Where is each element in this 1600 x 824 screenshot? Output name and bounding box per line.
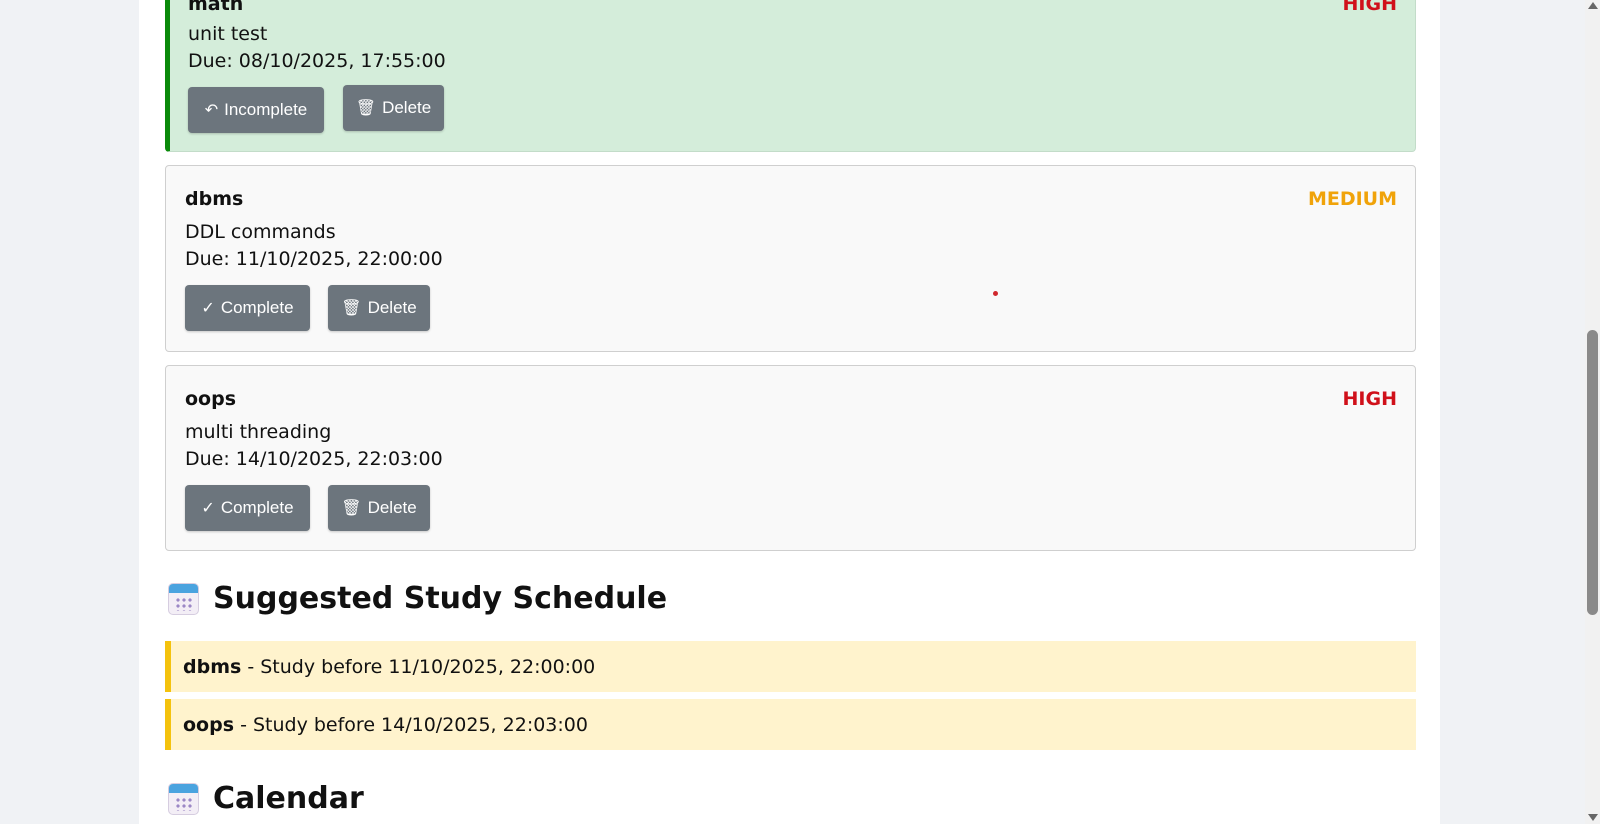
trash-icon: 🗑 — [341, 300, 362, 317]
button-label: Complete — [220, 298, 294, 317]
button-label: Complete — [220, 498, 294, 517]
task-description: multi threading — [185, 421, 332, 443]
cursor-dot — [993, 291, 998, 296]
complete-button[interactable]: ✓ Complete — [185, 485, 310, 531]
schedule-subject: oops — [183, 713, 235, 736]
task-title: math — [188, 0, 244, 15]
task-card: oops HIGH multi threading Due: 14/10/202… — [165, 365, 1416, 551]
scroll-up-icon[interactable] — [1588, 2, 1598, 9]
check-icon: ✓ — [201, 300, 215, 317]
calendar-icon — [168, 582, 199, 615]
schedule-heading-text: Suggested Study Schedule — [213, 581, 668, 616]
calendar-icon — [168, 782, 199, 815]
button-label: Incomplete — [224, 100, 308, 119]
schedule-heading: Suggested Study Schedule — [168, 581, 667, 616]
priority-badge: MEDIUM — [1307, 188, 1397, 210]
button-label: Delete — [367, 498, 417, 517]
task-due-date: Due: 11/10/2025, 22:00:00 — [185, 248, 443, 270]
schedule-item: dbms - Study before 11/10/2025, 22:00:00 — [165, 641, 1416, 692]
priority-badge: HIGH — [1342, 0, 1397, 15]
schedule-text: - Study before 14/10/2025, 22:03:00 — [234, 713, 588, 736]
task-card: dbms MEDIUM DDL commands Due: 11/10/2025… — [165, 165, 1416, 352]
schedule-subject: dbms — [183, 655, 242, 678]
task-due-date: Due: 14/10/2025, 22:03:00 — [185, 448, 443, 470]
calendar-heading: Calendar — [168, 781, 364, 816]
schedule-text: - Study before 11/10/2025, 22:00:00 — [241, 655, 596, 678]
scrollbar-thumb[interactable] — [1587, 330, 1598, 615]
undo-icon: ↶ — [204, 102, 219, 119]
delete-button[interactable]: 🗑 Delete — [343, 85, 444, 131]
task-description: DDL commands — [185, 221, 336, 243]
complete-button[interactable]: ✓ Complete — [185, 285, 310, 331]
task-description: unit test — [188, 23, 268, 45]
priority-badge: HIGH — [1342, 388, 1397, 410]
task-due-date: Due: 08/10/2025, 17:55:00 — [188, 50, 446, 72]
task-card: math HIGH unit test Due: 08/10/2025, 17:… — [165, 0, 1416, 152]
delete-button[interactable]: 🗑 Delete — [328, 485, 430, 531]
button-label: Delete — [367, 298, 417, 317]
button-label: Delete — [382, 98, 432, 117]
calendar-heading-text: Calendar — [213, 781, 364, 816]
delete-button[interactable]: 🗑 Delete — [328, 285, 430, 331]
task-title: dbms — [185, 188, 244, 210]
scroll-down-icon[interactable] — [1588, 814, 1598, 821]
schedule-item: oops - Study before 14/10/2025, 22:03:00 — [165, 699, 1416, 750]
vertical-scrollbar[interactable] — [1585, 0, 1600, 824]
trash-icon: 🗑 — [355, 100, 377, 117]
mark-incomplete-button[interactable]: ↶ Incomplete — [188, 87, 324, 133]
task-title: oops — [185, 388, 237, 410]
check-icon: ✓ — [201, 500, 215, 517]
trash-icon: 🗑 — [341, 500, 362, 517]
